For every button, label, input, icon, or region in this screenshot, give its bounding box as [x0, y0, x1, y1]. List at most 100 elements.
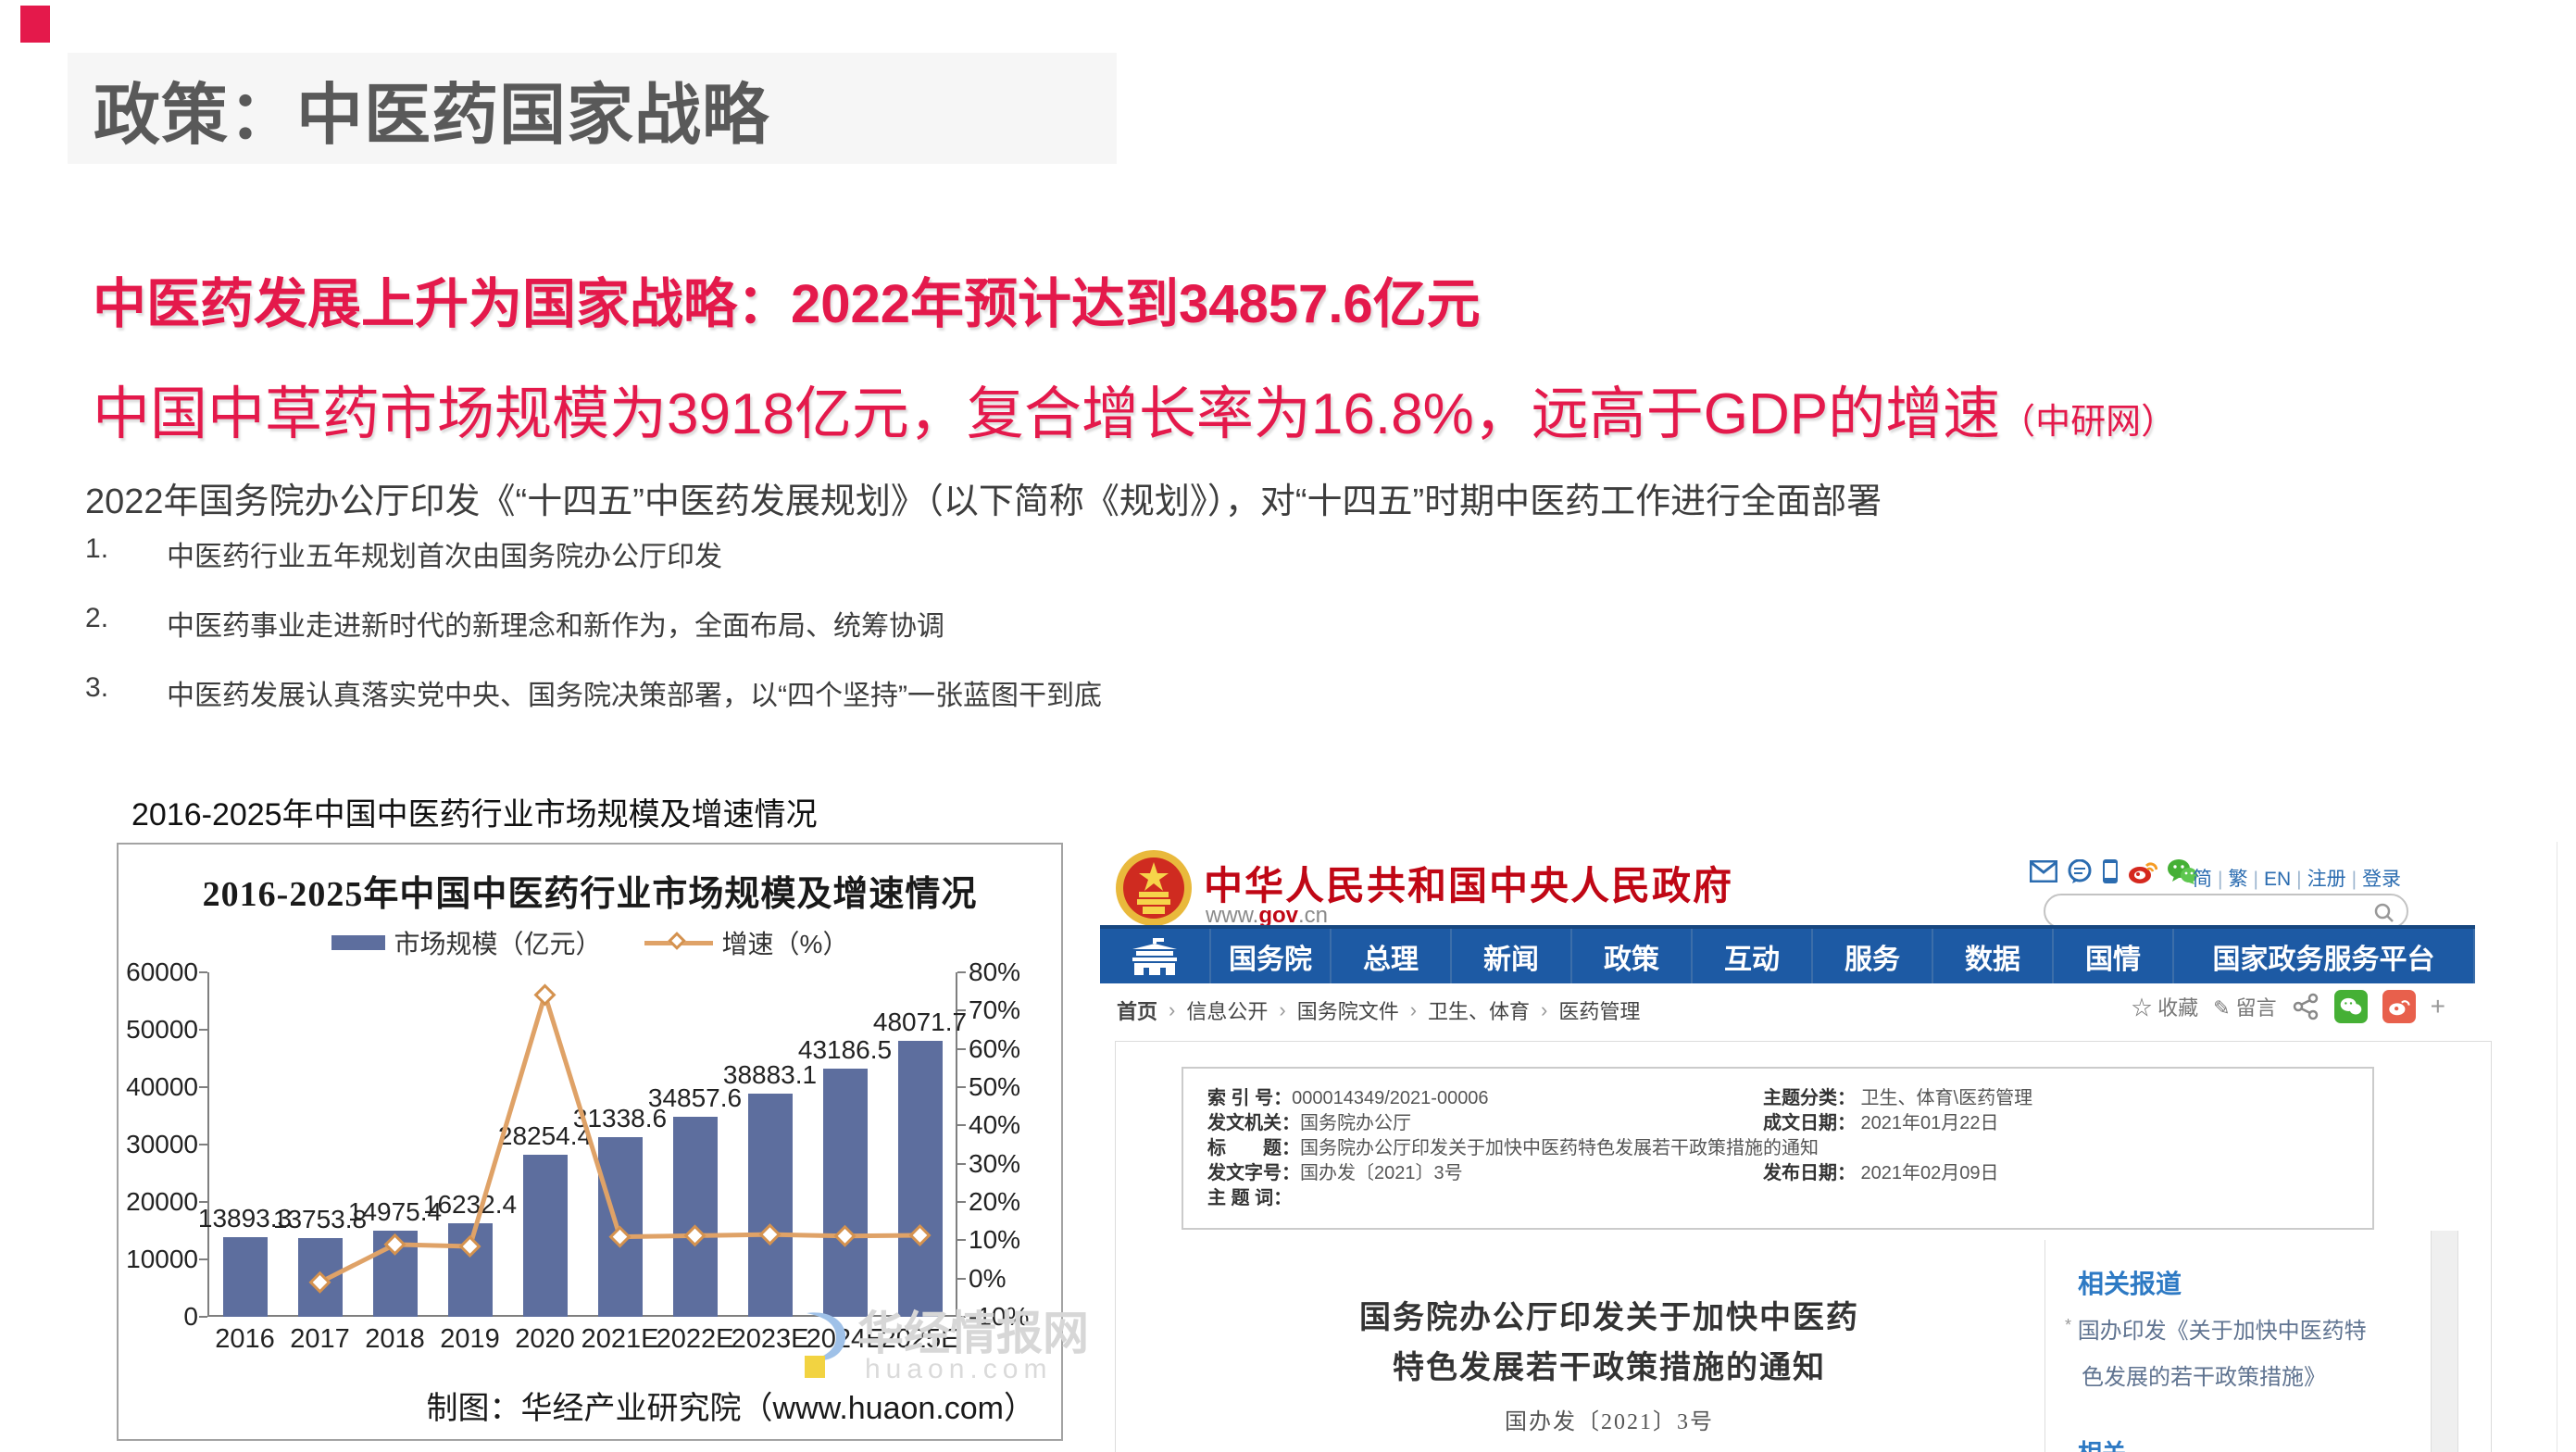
tick-mark — [957, 1278, 966, 1280]
nav-item-1[interactable]: 国务院 — [1211, 929, 1332, 983]
chart-plot-area: 0100002000030000400005000060000-10%0%10%… — [207, 972, 957, 1317]
meta-right-pair: 发布日期： 2021年02月09日 — [1763, 1162, 1999, 1185]
chat-icon[interactable] — [2067, 859, 2093, 883]
search-icon[interactable] — [2373, 902, 2395, 924]
body-paragraph: 2022年国务院办公厅印发《“十四五”中医药发展规划》（以下简称《规划》），对“… — [85, 472, 1882, 523]
y-axis-tick-label-right: 20% — [969, 1187, 1070, 1217]
lang-link-5[interactable]: 登录 — [2362, 869, 2401, 890]
nav-item-3[interactable]: 新闻 — [1452, 929, 1572, 983]
breadcrumb-item-3[interactable]: 国务院文件 — [1297, 995, 1399, 1025]
lang-link-2[interactable]: 繁 — [2228, 869, 2247, 890]
y-axis-tick-label-left: 40000 — [96, 1072, 198, 1102]
legend-bar-swatch — [331, 935, 385, 950]
lang-link-1[interactable]: 简 — [2193, 869, 2212, 890]
tick-mark — [957, 1239, 966, 1241]
meta-value: 2021年02月09日 — [1856, 1163, 1999, 1183]
y-axis-tick-label-left: 0 — [96, 1302, 198, 1332]
y-axis-tick-label-right: 80% — [969, 958, 1070, 987]
y-axis-tick-label-right: 0% — [969, 1264, 1070, 1294]
gov-header-icons — [2030, 858, 2198, 884]
document-title-line1: 国务院办公厅印发关于加快中医药 — [1174, 1294, 2045, 1344]
nav-item-2[interactable]: 总理 — [1332, 929, 1452, 983]
meta-label: 发文机关： — [1207, 1113, 1300, 1133]
meta-label: 主题分类： — [1763, 1088, 1856, 1108]
gov-nav-bar: 国务院总理新闻政策互动服务数据国情国家政务服务平台 — [1100, 925, 2475, 983]
watermark-url: huaon.com — [865, 1354, 1052, 1385]
tick-mark — [957, 1201, 966, 1203]
nav-item-4[interactable]: 政策 — [1572, 929, 1693, 983]
meta-row: 索 引 号：000014349/2021-00006主题分类： 卫生、体育\医药… — [1207, 1087, 2348, 1112]
breadcrumb-item-4[interactable]: 卫生、体育 — [1428, 995, 1530, 1025]
weibo-icon[interactable] — [2128, 858, 2157, 884]
document-number: 国办发〔2021〕3号 — [1174, 1403, 2045, 1435]
related-report-link-line2[interactable]: 色发展的若干政策措施》 — [2082, 1358, 2326, 1391]
share-wechat-icon[interactable] — [2334, 990, 2368, 1023]
legend-bar-entry: 市场规模（亿元） — [331, 924, 602, 961]
comment-button[interactable]: ✎ 留言 — [2213, 992, 2277, 1021]
growth-point-marker — [686, 1226, 705, 1245]
bullet-item: 中医药发展认真落实党中央、国务院决策部署，以“四个坚持”一张蓝图干到底 — [85, 672, 1102, 713]
tick-mark — [199, 971, 207, 973]
meta-label: 主 题 词： — [1207, 1188, 1292, 1208]
meta-label: 索 引 号： — [1207, 1088, 1292, 1108]
nav-item-7[interactable]: 数据 — [1933, 929, 2054, 983]
meta-right-pair: 成文日期： 2021年01月22日 — [1763, 1112, 1999, 1135]
sidebar-cutoff-heading: 相关 — [2078, 1434, 2126, 1452]
lang-link-3[interactable]: EN — [2264, 869, 2291, 890]
gov-search-input[interactable] — [2044, 894, 2408, 929]
meta-value: 国办发〔2021〕3号 — [1300, 1163, 1463, 1183]
legend-bar-label: 市场规模（亿元） — [394, 924, 602, 961]
growth-point-marker — [311, 1273, 330, 1292]
bullet-list: 中医药行业五年规划首次由国务院办公厅印发 中医药事业走进新时代的新理念和新作为，… — [85, 533, 1102, 742]
meta-label: 标 题： — [1207, 1138, 1300, 1158]
breadcrumb-item-5[interactable]: 医药管理 — [1558, 995, 1640, 1025]
breadcrumb: 首页›信息公开›国务院文件›卫生、体育›医药管理 — [1117, 995, 1640, 1025]
tick-mark — [199, 1258, 207, 1260]
breadcrumb-separator: › — [1410, 998, 1417, 1022]
y-axis-tick-label-right: 50% — [969, 1072, 1070, 1102]
growth-point-marker — [911, 1226, 930, 1245]
nav-item-5[interactable]: 互动 — [1693, 929, 1813, 983]
meta-value: 卫生、体育\医药管理 — [1856, 1088, 2032, 1108]
share-icon[interactable] — [2292, 993, 2320, 1020]
related-report-link[interactable]: * 国办印发《关于加快中医药特 — [2065, 1312, 2367, 1345]
tick-mark — [199, 1316, 207, 1318]
nav-item-9[interactable]: 国家政务服务平台 — [2174, 929, 2475, 983]
lang-link-4[interactable]: 注册 — [2307, 869, 2346, 890]
mobile-icon[interactable] — [2102, 858, 2119, 884]
lang-separator: | — [2212, 869, 2228, 890]
y-axis-tick-label-left: 50000 — [96, 1015, 198, 1045]
share-weibo-icon[interactable] — [2382, 990, 2416, 1023]
breadcrumb-item-1[interactable]: 首页 — [1117, 995, 1157, 1025]
nav-item-6[interactable]: 服务 — [1813, 929, 1933, 983]
y-axis-tick-label-right: 30% — [969, 1149, 1070, 1179]
tick-mark — [199, 1029, 207, 1031]
headline-secondary-text: 中国中草药市场规模为3918亿元，复合增长率为16.8%，远高于GDP的增速 — [93, 382, 2000, 446]
chart-source-caption: 制图：华经产业研究院（www.huaon.com） — [427, 1383, 1035, 1428]
breadcrumb-item-2[interactable]: 信息公开 — [1186, 995, 1268, 1025]
chart-external-caption: 2016-2025年中国中医药行业市场规模及增速情况 — [131, 789, 818, 834]
market-size-chart: 2016-2025年中国中医药行业市场规模及增速情况 市场规模（亿元） 增速（%… — [117, 843, 1063, 1441]
mail-icon[interactable] — [2030, 860, 2057, 882]
favorite-button[interactable]: ☆ 收藏 — [2132, 992, 2198, 1021]
gov-language-links[interactable]: 简|繁|EN|注册|登录 — [2193, 864, 2401, 892]
tick-mark — [957, 971, 966, 973]
tick-mark — [957, 1124, 966, 1126]
meta-row: 主 题 词： — [1207, 1187, 2348, 1212]
page-title: 政策：中医药国家战略 — [68, 60, 769, 157]
breadcrumb-separator: › — [1279, 998, 1285, 1022]
meta-value: 2021年01月22日 — [1856, 1113, 1999, 1133]
more-share-button[interactable]: + — [2431, 992, 2445, 1021]
national-emblem — [1115, 849, 1193, 927]
breadcrumb-separator: › — [1541, 998, 1547, 1022]
growth-point-marker — [836, 1227, 855, 1245]
meta-value: 国务院办公厅印发关于加快中医药特色发展若干政策措施的通知 — [1300, 1138, 1819, 1158]
home-gate-icon[interactable] — [1100, 929, 1211, 983]
meta-row: 发文字号：国办发〔2021〕3号发布日期： 2021年02月09日 — [1207, 1162, 2348, 1187]
gov-website-screenshot: 中华人民共和国中央人民政府 www.gov.cn 简|繁|EN|注册|登录 国务… — [1100, 842, 2557, 1452]
legend-line-swatch — [644, 934, 713, 951]
chart-title: 2016-2025年中国中医药行业市场规模及增速情况 — [119, 865, 1061, 916]
bullet-item: 中医药行业五年规划首次由国务院办公厅印发 — [85, 533, 1102, 574]
url-cn: .cn — [1298, 903, 1328, 928]
nav-item-8[interactable]: 国情 — [2054, 929, 2174, 983]
